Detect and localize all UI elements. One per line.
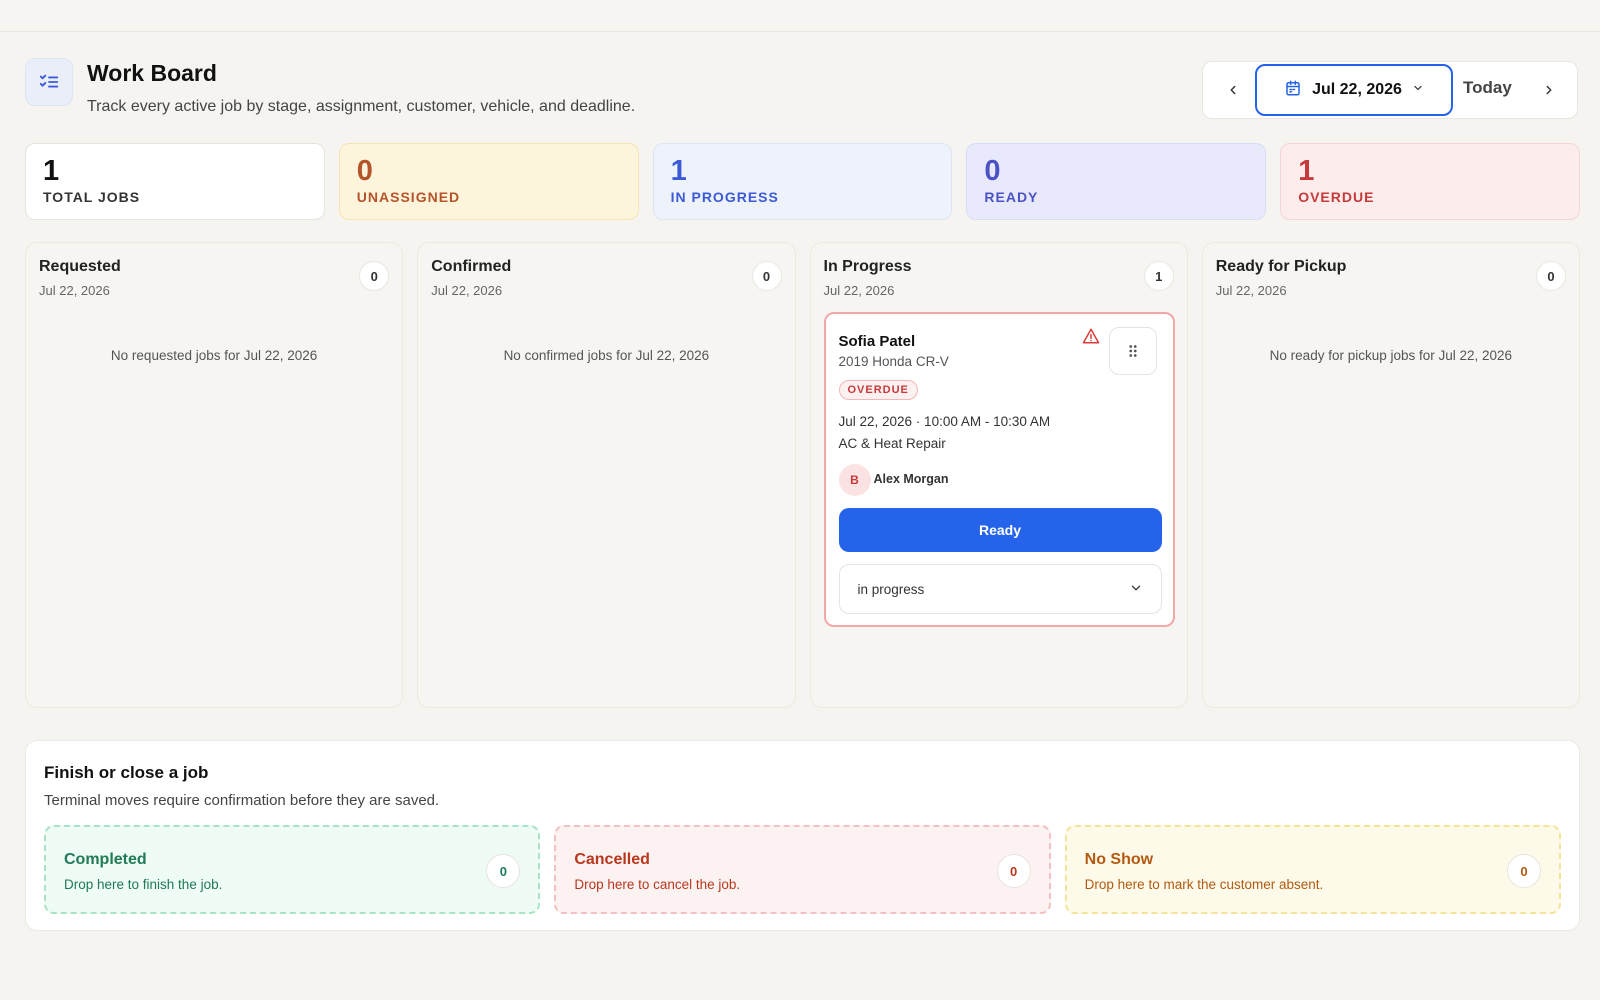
stat-value: 1 xyxy=(43,155,60,187)
top-bar xyxy=(0,0,1600,32)
stat-value: 1 xyxy=(1298,155,1315,187)
page-subtitle: Track every active job by stage, assignm… xyxy=(87,98,636,115)
drop-zone-title: No Show xyxy=(1084,851,1154,868)
drop-zones: Completed Drop here to finish the job. 0… xyxy=(44,825,1561,914)
column-title: Requested xyxy=(39,258,121,275)
drop-zone-count: 0 xyxy=(486,854,521,888)
column-title: In Progress xyxy=(823,258,912,275)
drop-zone-title: Cancelled xyxy=(574,851,650,868)
stat-in-progress: 1 IN PROGRESS xyxy=(652,143,953,220)
page-title: Work Board xyxy=(87,60,217,86)
terminal-panel: Finish or close a job Terminal moves req… xyxy=(25,740,1580,931)
stat-unassigned: 0 UNASSIGNED xyxy=(338,143,639,220)
drop-zone-cancelled[interactable]: Cancelled Drop here to cancel the job. 0 xyxy=(554,825,1051,914)
stats-row: 1 TOTAL JOBS 0 UNASSIGNED 1 IN PROGRESS … xyxy=(25,143,1580,220)
column-empty-message: No confirmed jobs for Jul 22, 2026 xyxy=(503,348,710,363)
status-select[interactable]: in progress xyxy=(838,564,1162,614)
drop-zone-count: 0 xyxy=(996,854,1031,888)
drop-zone-count: 0 xyxy=(1506,854,1541,888)
technician-name: Alex Morgan xyxy=(873,472,949,486)
date-picker-button[interactable]: Jul 22, 2026 xyxy=(1255,64,1453,116)
column-title: Ready for Pickup xyxy=(1215,258,1347,275)
selected-date: Jul 22, 2026 xyxy=(1312,81,1402,98)
column-count-badge: 0 xyxy=(359,261,390,291)
column-empty-message: No ready for pickup jobs for Jul 22, 202… xyxy=(1269,348,1513,363)
alert-triangle-icon xyxy=(1082,327,1102,347)
drop-zone-description: Drop here to finish the job. xyxy=(64,877,223,892)
column-date: Jul 22, 2026 xyxy=(823,283,895,298)
column-in-progress[interactable]: In Progress Jul 22, 2026 1 Sofia Patel 2… xyxy=(809,242,1188,708)
stat-value: 1 xyxy=(670,155,687,187)
date-navigator: Jul 22, 2026 Today xyxy=(1202,61,1578,119)
calendar-icon xyxy=(1284,79,1302,102)
stat-ready: 0 READY xyxy=(966,143,1267,220)
drop-zone-no-show[interactable]: No Show Drop here to mark the customer a… xyxy=(1064,825,1561,914)
vehicle-info: 2019 Honda CR-V xyxy=(838,354,949,369)
column-date: Jul 22, 2026 xyxy=(39,283,110,298)
drop-zone-description: Drop here to mark the customer absent. xyxy=(1084,877,1324,892)
column-empty-message: No requested jobs for Jul 22, 2026 xyxy=(110,348,318,363)
column-date: Jul 22, 2026 xyxy=(431,283,503,298)
column-count-badge: 0 xyxy=(1536,261,1566,291)
drop-zone-completed[interactable]: Completed Drop here to finish the job. 0 xyxy=(44,825,541,914)
chevron-right-icon[interactable] xyxy=(1535,76,1563,104)
column-requested[interactable]: Requested Jul 22, 2026 0 No requested jo… xyxy=(25,242,404,708)
stat-value: 0 xyxy=(984,155,1001,187)
column-date: Jul 22, 2026 xyxy=(1215,283,1287,298)
stat-label: UNASSIGNED xyxy=(356,189,461,205)
job-card[interactable]: Sofia Patel 2019 Honda CR-V OVERDUE Jul … xyxy=(823,312,1175,627)
today-button[interactable]: Today xyxy=(1463,78,1512,98)
terminal-title: Finish or close a job xyxy=(44,763,209,782)
status-value: in progress xyxy=(857,581,925,597)
avatar: B xyxy=(838,464,871,496)
job-service: AC & Heat Repair xyxy=(838,436,946,451)
column-count-badge: 1 xyxy=(1143,261,1174,291)
terminal-subtitle: Terminal moves require confirmation befo… xyxy=(44,792,440,809)
kanban-board: Requested Jul 22, 2026 0 No requested jo… xyxy=(25,242,1580,708)
chevron-down-icon xyxy=(1412,81,1424,99)
checklist-icon xyxy=(25,58,73,106)
stat-total-jobs: 1 TOTAL JOBS xyxy=(25,143,325,220)
stat-label: TOTAL JOBS xyxy=(43,189,141,205)
column-count-badge: 0 xyxy=(751,261,782,291)
stat-label: READY xyxy=(984,189,1039,205)
stat-overdue: 1 OVERDUE xyxy=(1280,143,1580,220)
chevron-left-icon[interactable] xyxy=(1219,76,1247,104)
column-confirmed[interactable]: Confirmed Jul 22, 2026 0 No confirmed jo… xyxy=(417,242,796,708)
drop-zone-title: Completed xyxy=(64,851,147,868)
stat-label: OVERDUE xyxy=(1298,189,1375,205)
stat-value: 0 xyxy=(356,155,373,187)
chevron-down-icon xyxy=(1129,581,1143,598)
job-schedule: Jul 22, 2026 · 10:00 AM - 10:30 AM xyxy=(838,414,1051,429)
column-title: Confirmed xyxy=(431,258,512,275)
column-ready-for-pickup[interactable]: Ready for Pickup Jul 22, 2026 0 No ready… xyxy=(1201,242,1580,708)
stat-label: IN PROGRESS xyxy=(670,189,779,205)
overdue-badge: OVERDUE xyxy=(838,380,918,400)
ready-button[interactable]: Ready xyxy=(838,508,1162,552)
drop-zone-description: Drop here to cancel the job. xyxy=(574,877,741,892)
drag-handle-icon[interactable] xyxy=(1108,327,1157,375)
customer-name: Sofia Patel xyxy=(838,333,916,350)
